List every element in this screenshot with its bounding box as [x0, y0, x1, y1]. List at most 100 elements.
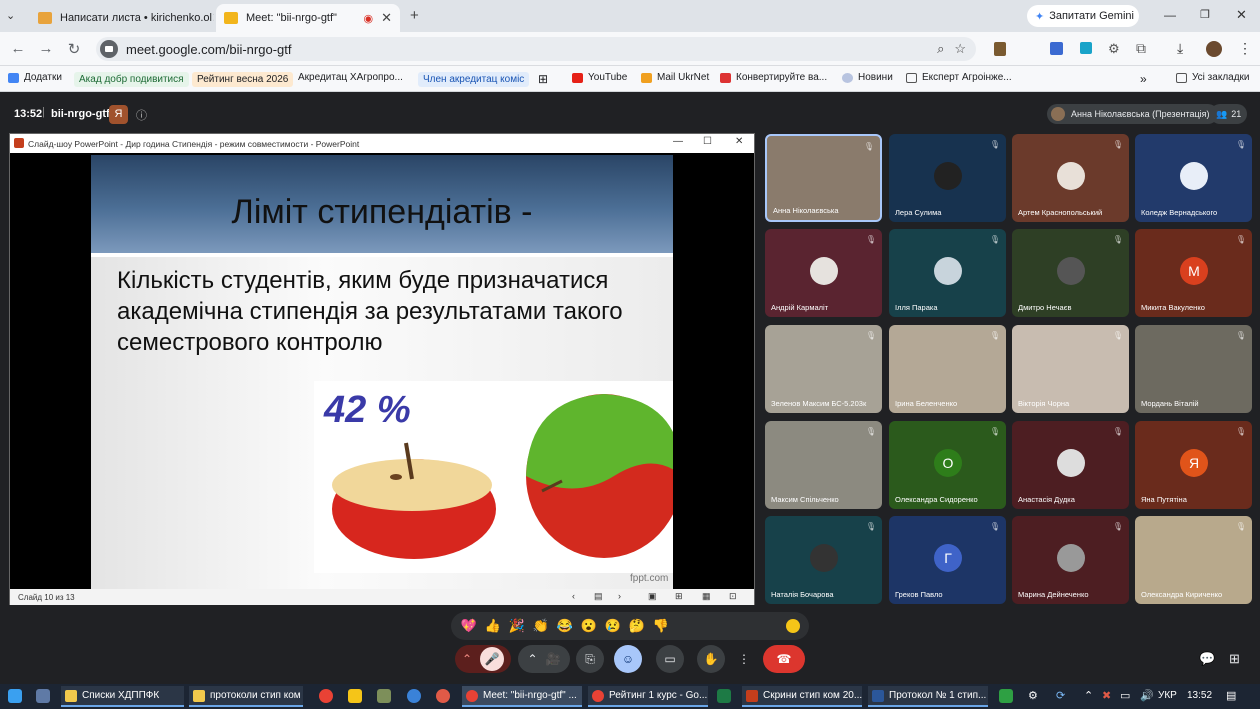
reaction-emoji[interactable]: 🎉: [507, 618, 527, 634]
profile-avatar[interactable]: [1206, 41, 1222, 57]
info-icon[interactable]: ⓘ: [136, 107, 147, 123]
site-info-icon[interactable]: [100, 40, 118, 58]
participant-tile[interactable]: 🎙 Марина Дейнеченко: [1012, 516, 1129, 604]
app-icon[interactable]: [348, 689, 362, 703]
participant-tile[interactable]: 🎙 Наталія Бочарова: [765, 516, 882, 604]
participant-tile[interactable]: М 🎙 Микита Вакуленко: [1135, 229, 1252, 317]
participant-tile[interactable]: О 🎙 Олександра Сидоренко: [889, 421, 1006, 509]
taskbar-item-active[interactable]: Meet: "bii-nrgo-gtf" ...: [462, 686, 582, 707]
excel-icon[interactable]: [717, 689, 731, 703]
notifications-icon[interactable]: ▭: [1120, 689, 1130, 702]
menu-icon[interactable]: ⋮: [1238, 40, 1252, 57]
action-center-icon[interactable]: ▤: [1226, 689, 1236, 702]
taskbar-item[interactable]: Скрини стип ком 20...: [742, 686, 862, 707]
bookmark-item[interactable]: Рейтинг весна 2026: [192, 72, 294, 87]
reaction-emoji[interactable]: 👏: [531, 618, 551, 634]
emoji-button[interactable]: ☺: [614, 645, 642, 673]
participant-tile[interactable]: 🎙 Ілля Парака: [889, 229, 1006, 317]
participants-chip[interactable]: 👥 21: [1210, 104, 1248, 124]
close-tab-icon[interactable]: ✕: [381, 10, 392, 26]
forward-icon[interactable]: →: [36, 40, 56, 57]
language-indicator[interactable]: УКР: [1158, 690, 1177, 701]
participant-tile[interactable]: 🎙 Анна Ніколаєвська: [765, 134, 882, 222]
all-bookmarks[interactable]: Усі закладки: [1176, 72, 1250, 83]
bookmark-apps[interactable]: Додатки: [8, 72, 62, 83]
tab-search-icon[interactable]: ⌄: [6, 9, 15, 22]
taskbar-item[interactable]: протоколи стип ком: [189, 686, 303, 707]
chrome-icon[interactable]: [407, 689, 421, 703]
bookmark-item[interactable]: Акредитац ХАгропро...: [298, 72, 403, 83]
emoji-skin-icon[interactable]: [786, 619, 800, 633]
tab-mail[interactable]: Написати листа • kirichenko.ol ✕: [30, 4, 214, 32]
close-tab-icon[interactable]: ✕: [212, 10, 214, 26]
reaction-emoji[interactable]: 💖: [459, 618, 479, 634]
reading-view-icon[interactable]: ▦: [702, 591, 711, 602]
prev-slide-icon[interactable]: ‹: [572, 591, 575, 601]
reaction-emoji[interactable]: 🤔: [627, 618, 647, 634]
back-icon[interactable]: ←: [8, 40, 28, 57]
new-tab-button[interactable]: +: [410, 7, 419, 24]
bookmark-item[interactable]: Mail UkrNet: [641, 72, 709, 83]
reaction-emoji[interactable]: 😮: [579, 618, 599, 634]
clock[interactable]: 13:52: [1187, 690, 1212, 701]
leave-call-button[interactable]: ☎: [763, 645, 805, 673]
activities-icon[interactable]: ⊞: [1229, 651, 1240, 667]
bookmark-item[interactable]: Новини: [842, 72, 893, 83]
normal-view-icon[interactable]: ▣: [648, 591, 657, 602]
chrome-icon[interactable]: [319, 689, 333, 703]
bookmark-item[interactable]: Акад добр подивитися: [74, 72, 189, 87]
notes-icon[interactable]: ▤: [594, 591, 603, 602]
bookmark-item[interactable]: Конвертируйте ва...: [720, 72, 827, 83]
participant-tile[interactable]: 🎙 Мордань Віталій: [1135, 325, 1252, 413]
network-icon[interactable]: ⟳: [1056, 689, 1065, 702]
gemini-button[interactable]: ✦ Запитати Gemini: [1027, 5, 1139, 27]
close-window-icon[interactable]: ✕: [735, 136, 743, 147]
minimize-icon[interactable]: —: [673, 136, 683, 147]
antivirus-icon[interactable]: ✖: [1102, 689, 1111, 702]
extension-icon[interactable]: ⚙: [1108, 41, 1120, 57]
extensions-puzzle-icon[interactable]: ⧉: [1136, 40, 1146, 57]
participant-tile[interactable]: 🎙 Лера Сулима: [889, 134, 1006, 222]
participant-tile[interactable]: 🎙 Вікторія Чорна: [1012, 325, 1129, 413]
download-icon[interactable]: ⤓: [1177, 40, 1183, 57]
participant-tile[interactable]: 🎙 Анастасія Дудка: [1012, 421, 1129, 509]
extension-icon[interactable]: [994, 42, 1006, 56]
volume-icon[interactable]: 🔊: [1140, 689, 1154, 702]
raise-hand-button[interactable]: ✋: [697, 645, 725, 673]
taskbar-item[interactable]: Протокол № 1 стип...: [868, 686, 988, 707]
reaction-emoji[interactable]: 👎: [651, 618, 671, 634]
bookmark-item[interactable]: YouTube: [572, 72, 627, 83]
app-icon[interactable]: [999, 689, 1013, 703]
participant-tile[interactable]: 🎙 Максим Спільченко: [765, 421, 882, 509]
taskbar-item[interactable]: Списки ХДППФК: [61, 686, 184, 707]
bookmark-star-icon[interactable]: ☆: [954, 41, 966, 57]
close-window-icon[interactable]: ✕: [1236, 7, 1247, 23]
participant-tile[interactable]: 🎙 Дмитро Нечаєв: [1012, 229, 1129, 317]
chat-icon[interactable]: 💬: [1199, 651, 1215, 667]
camera-button[interactable]: ⌃ 🎥: [518, 645, 570, 673]
bookmark-item[interactable]: Член акредитац коміс: [418, 72, 530, 87]
participant-tile[interactable]: 🎙 Ірина Беленченко: [889, 325, 1006, 413]
tray-arrow-icon[interactable]: ⌃: [1084, 689, 1093, 702]
start-icon[interactable]: [8, 689, 22, 703]
restore-icon[interactable]: ☐: [703, 136, 712, 147]
taskbar-item[interactable]: Рейтинг 1 курс - Go...: [588, 686, 708, 707]
slideshow-view-icon[interactable]: ⊡: [729, 591, 737, 602]
app-icon[interactable]: [436, 689, 450, 703]
reaction-emoji[interactable]: 😂: [555, 618, 575, 634]
tab-meet[interactable]: Meet: "bii-nrgo-gtf" ◉ ✕: [216, 4, 400, 32]
host-controls-icon[interactable]: Я: [109, 105, 128, 124]
restore-icon[interactable]: ❐: [1200, 8, 1210, 21]
reaction-emoji[interactable]: 👍: [483, 618, 503, 634]
bookmark-item[interactable]: Експерт Агроінже...: [906, 72, 1012, 83]
participant-tile[interactable]: 🎙 Андрій Кармаліт: [765, 229, 882, 317]
settings-icon[interactable]: ⚙: [1028, 689, 1038, 702]
extension-icon[interactable]: [1080, 42, 1092, 54]
grid-icon[interactable]: ⊞: [538, 72, 548, 86]
present-button[interactable]: ⎘: [576, 645, 604, 673]
reaction-emoji[interactable]: 😢: [603, 618, 623, 634]
captions-button[interactable]: ▭: [656, 645, 684, 673]
participant-tile[interactable]: Я 🎙 Яна Путятіна: [1135, 421, 1252, 509]
participant-tile[interactable]: 🎙 Зеленов Максим БС-5.203к: [765, 325, 882, 413]
reload-icon[interactable]: ↻: [64, 40, 84, 58]
